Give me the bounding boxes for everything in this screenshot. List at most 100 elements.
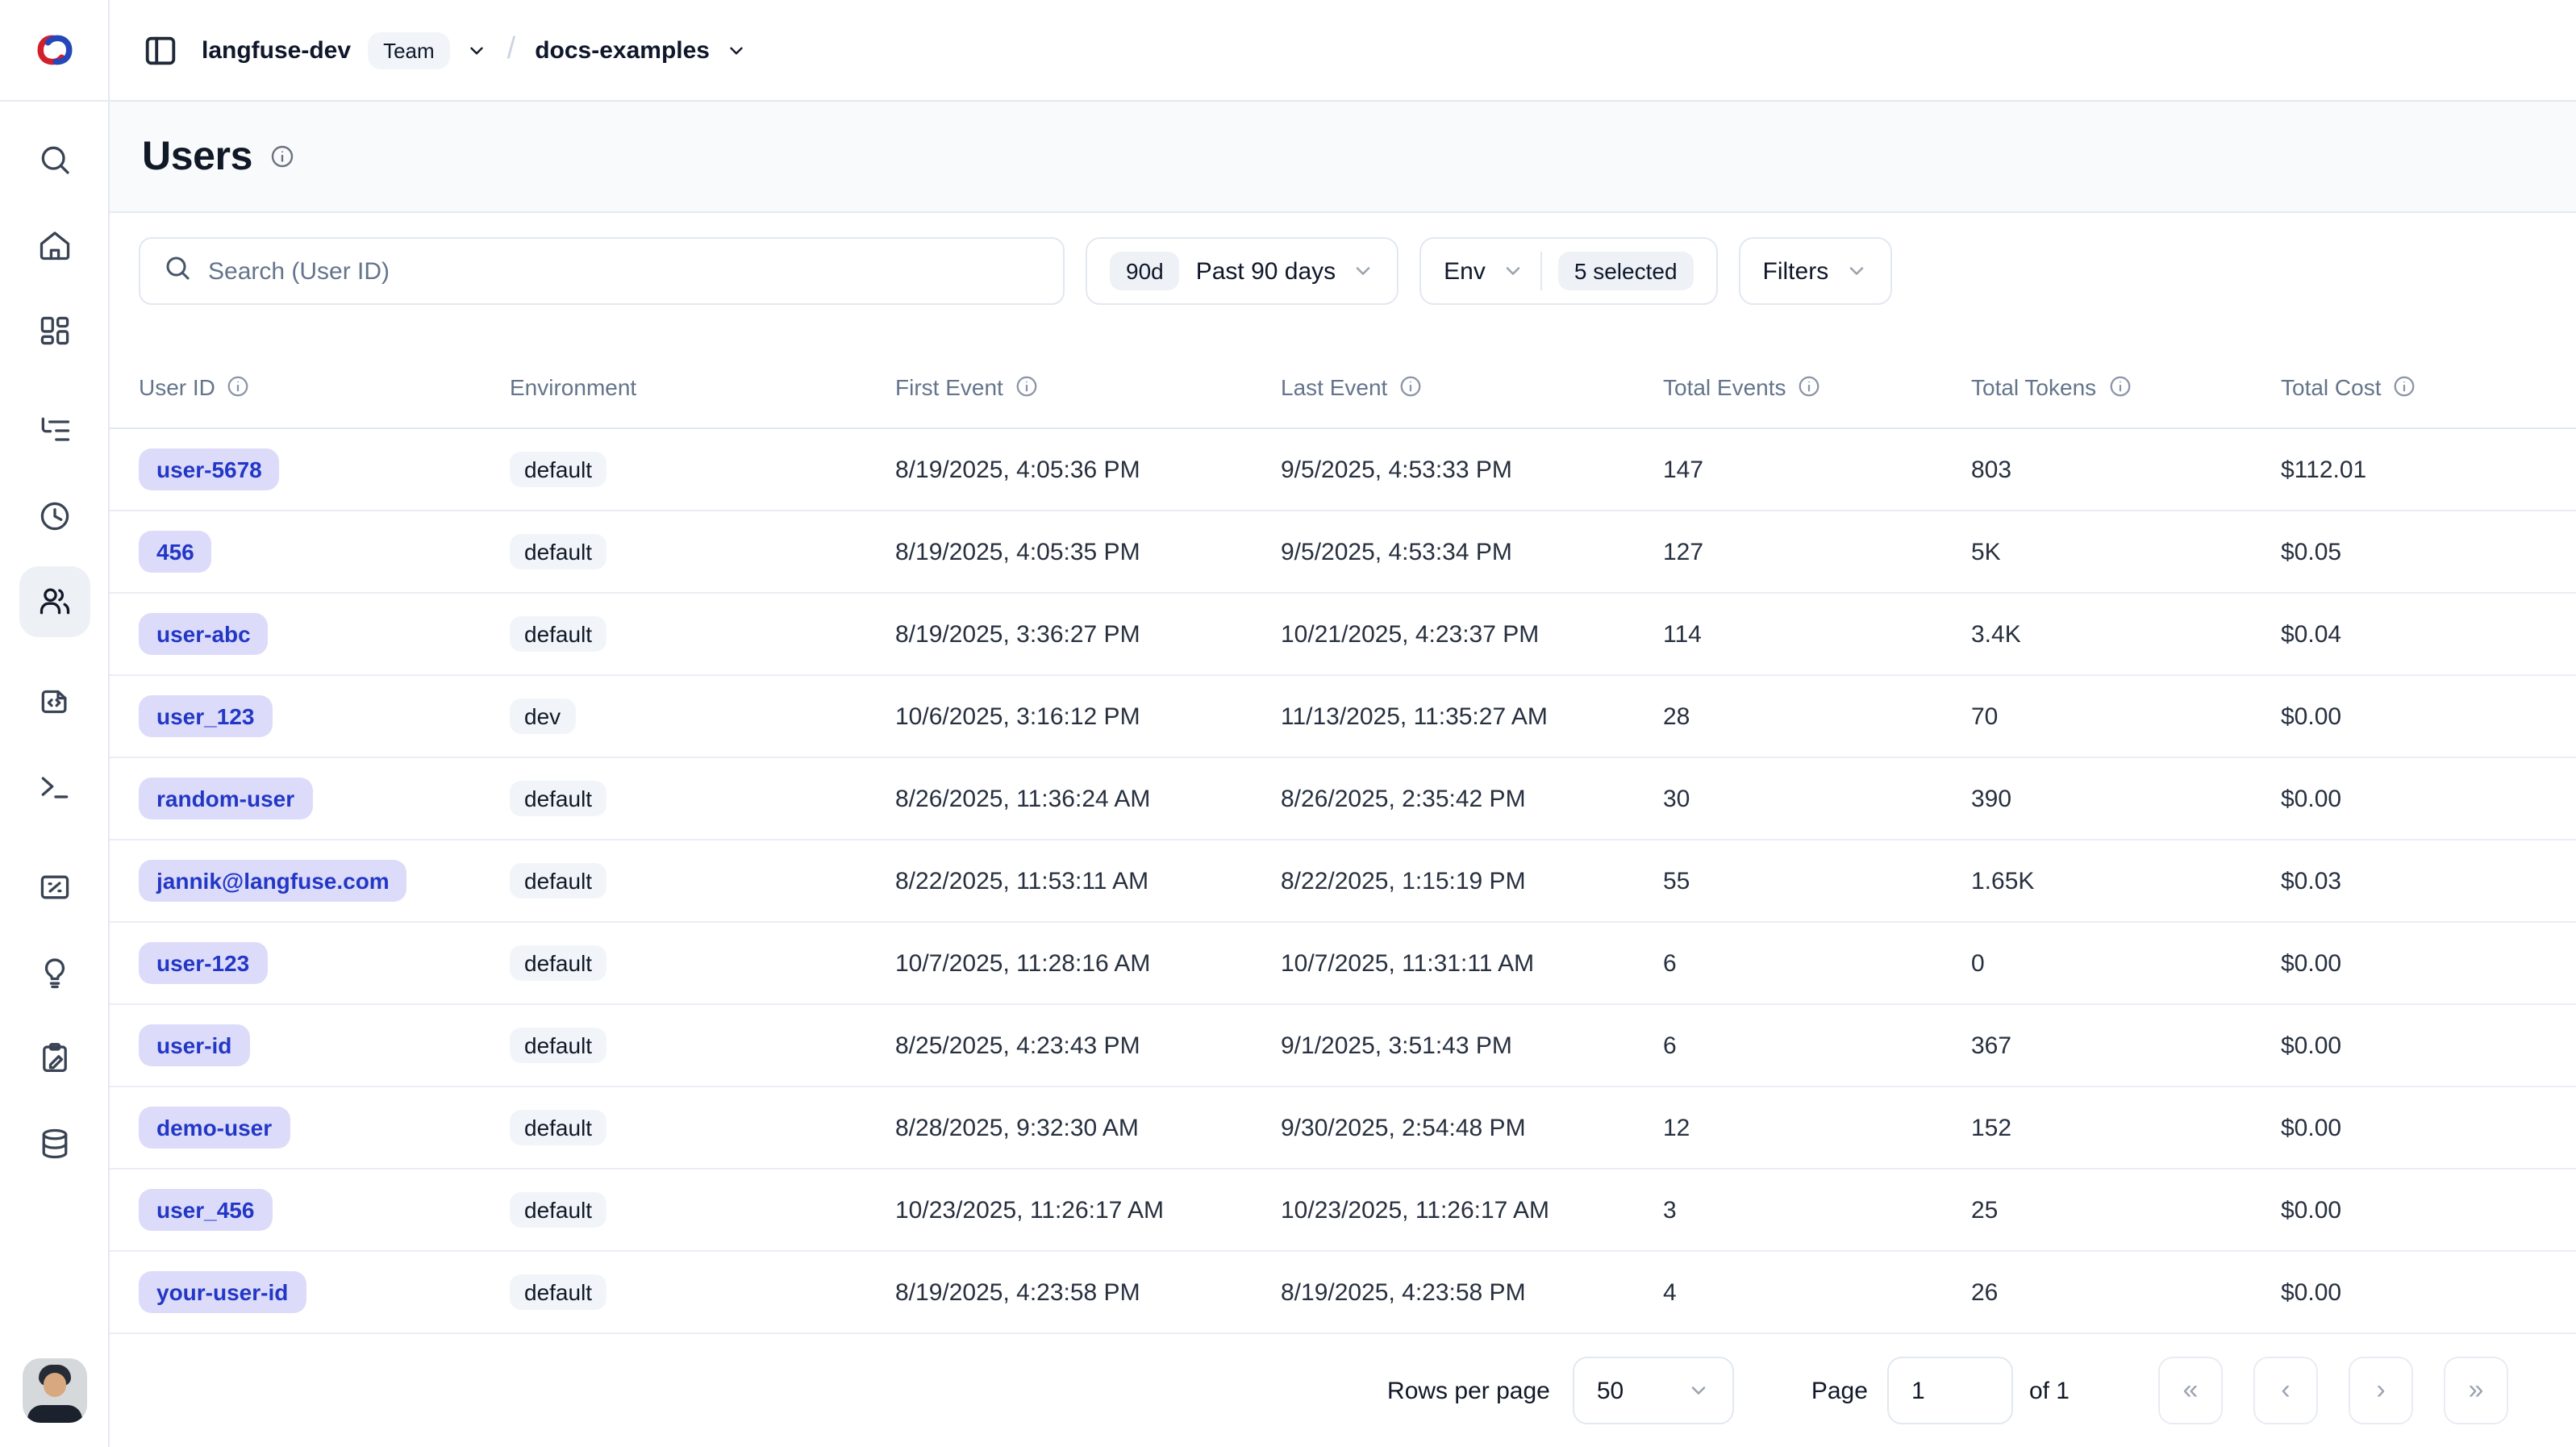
column-label: First Event bbox=[895, 373, 1003, 399]
sidebar-item-playground[interactable] bbox=[19, 752, 90, 823]
total-cost-cell: $0.00 bbox=[2281, 1032, 2576, 1059]
info-icon[interactable] bbox=[1398, 374, 1423, 398]
table-row[interactable]: jannik@langfuse.com default 8/22/2025, 1… bbox=[110, 840, 2576, 923]
org-breadcrumb-button[interactable]: langfuse-dev Team bbox=[202, 31, 488, 69]
table-row[interactable]: user_456 default 10/23/2025, 11:26:17 AM… bbox=[110, 1170, 2576, 1252]
column-header-total-cost[interactable]: Total Cost bbox=[2281, 373, 2576, 399]
first-event-cell: 10/7/2025, 11:28:16 AM bbox=[895, 949, 1281, 977]
top-bar: langfuse-dev Team / docs-examples bbox=[110, 0, 2576, 102]
langfuse-logo-icon[interactable] bbox=[30, 26, 78, 74]
logo-area bbox=[0, 0, 110, 102]
column-header-environment[interactable]: Environment bbox=[510, 373, 895, 399]
info-icon[interactable] bbox=[2107, 374, 2132, 398]
user-id-badge[interactable]: demo-user bbox=[139, 1107, 290, 1149]
sidebar-item-sessions[interactable] bbox=[19, 481, 90, 552]
sidebar-item-dashboards[interactable] bbox=[19, 295, 90, 366]
user-id-badge[interactable]: user-123 bbox=[139, 942, 267, 984]
date-range-button[interactable]: 90d Past 90 days bbox=[1086, 237, 1398, 305]
search-icon bbox=[163, 252, 192, 290]
total-tokens-cell: 152 bbox=[1971, 1114, 2281, 1141]
sidebar-item-evaluations[interactable] bbox=[19, 937, 90, 1008]
previous-page-button[interactable]: ‹ bbox=[2253, 1357, 2318, 1424]
sidebar-item-datasets[interactable] bbox=[19, 1108, 90, 1179]
divider bbox=[1540, 252, 1542, 290]
table-row[interactable]: user_123 dev 10/6/2025, 3:16:12 PM 11/13… bbox=[110, 676, 2576, 758]
table-row[interactable]: 456 default 8/19/2025, 4:05:35 PM 9/5/20… bbox=[110, 511, 2576, 594]
user-id-badge[interactable]: 456 bbox=[139, 531, 212, 573]
user-id-badge[interactable]: user-id bbox=[139, 1024, 249, 1066]
first-event-cell: 8/19/2025, 4:05:36 PM bbox=[895, 456, 1281, 483]
user-id-badge[interactable]: user-5678 bbox=[139, 448, 280, 490]
column-header-total-events[interactable]: Total Events bbox=[1663, 373, 1971, 399]
main-content: Users 90d Past 90 days bbox=[110, 102, 2576, 1447]
sidebar-item-users[interactable] bbox=[19, 566, 90, 637]
info-icon[interactable] bbox=[1798, 374, 1822, 398]
project-breadcrumb-button[interactable]: docs-examples bbox=[535, 36, 747, 64]
sidebar-toggle-button[interactable] bbox=[142, 31, 179, 69]
column-header-last-event[interactable]: Last Event bbox=[1281, 373, 1663, 399]
info-icon[interactable] bbox=[269, 144, 294, 169]
search-input[interactable] bbox=[208, 257, 1040, 285]
sidebar-item-search[interactable] bbox=[19, 124, 90, 195]
page-number-input[interactable] bbox=[1887, 1357, 2013, 1424]
user-id-badge[interactable]: user_123 bbox=[139, 695, 272, 737]
project-name: docs-examples bbox=[535, 36, 710, 64]
environment-filter-button[interactable]: Env 5 selected bbox=[1419, 237, 1717, 305]
user-id-badge[interactable]: user-abc bbox=[139, 613, 269, 655]
last-event-cell: 8/26/2025, 2:35:42 PM bbox=[1281, 785, 1663, 812]
total-events-cell: 127 bbox=[1663, 538, 1971, 565]
table-row[interactable]: user-5678 default 8/19/2025, 4:05:36 PM … bbox=[110, 429, 2576, 511]
rows-per-page-select[interactable]: 50 bbox=[1573, 1357, 1734, 1424]
avatar-shirt-shape bbox=[27, 1405, 81, 1423]
sidebar-item-prompts[interactable] bbox=[19, 666, 90, 737]
sidebar-group bbox=[19, 852, 90, 1179]
table-row[interactable]: user-abc default 8/19/2025, 3:36:27 PM 1… bbox=[110, 594, 2576, 676]
sidebar-item-annotations[interactable] bbox=[19, 1023, 90, 1094]
last-event-cell: 11/13/2025, 11:35:27 AM bbox=[1281, 703, 1663, 730]
total-events-cell: 4 bbox=[1663, 1278, 1971, 1306]
last-event-cell: 9/5/2025, 4:53:33 PM bbox=[1281, 456, 1663, 483]
env-selected-badge: 5 selected bbox=[1558, 252, 1694, 290]
rows-per-page-label: Rows per page bbox=[1387, 1377, 1550, 1404]
lightbulb-icon bbox=[36, 955, 72, 990]
search-box bbox=[139, 237, 1065, 305]
column-header-first-event[interactable]: First Event bbox=[895, 373, 1281, 399]
table-row[interactable]: demo-user default 8/28/2025, 9:32:30 AM … bbox=[110, 1087, 2576, 1170]
first-page-button[interactable]: « bbox=[2158, 1357, 2223, 1424]
total-cost-cell: $0.00 bbox=[2281, 949, 2576, 977]
user-id-badge[interactable]: random-user bbox=[139, 778, 312, 819]
total-cost-cell: $0.00 bbox=[2281, 1196, 2576, 1224]
info-icon[interactable] bbox=[227, 374, 251, 398]
environment-badge: default bbox=[510, 863, 606, 899]
first-event-cell: 8/22/2025, 11:53:11 AM bbox=[895, 867, 1281, 894]
sidebar-item-scores[interactable] bbox=[19, 852, 90, 923]
trace-tree-icon bbox=[36, 413, 72, 448]
table-row[interactable]: random-user default 8/26/2025, 11:36:24 … bbox=[110, 758, 2576, 840]
database-icon bbox=[36, 1126, 72, 1161]
user-id-badge[interactable]: your-user-id bbox=[139, 1271, 306, 1313]
date-range-label: Past 90 days bbox=[1196, 257, 1336, 285]
last-event-cell: 8/19/2025, 4:23:58 PM bbox=[1281, 1278, 1663, 1306]
page-header: Users bbox=[110, 102, 2576, 213]
sidebar-item-tracing[interactable] bbox=[19, 395, 90, 466]
table-row[interactable]: user-123 default 10/7/2025, 11:28:16 AM … bbox=[110, 923, 2576, 1005]
user-id-badge[interactable]: jannik@langfuse.com bbox=[139, 860, 407, 902]
info-icon[interactable] bbox=[1015, 374, 1039, 398]
chevron-down-icon bbox=[1687, 1379, 1710, 1402]
user-avatar[interactable] bbox=[22, 1358, 86, 1423]
last-page-button[interactable]: » bbox=[2444, 1357, 2508, 1424]
info-icon[interactable] bbox=[2393, 374, 2417, 398]
chevron-down-icon bbox=[1844, 260, 1867, 282]
score-percent-icon bbox=[36, 869, 72, 905]
user-id-badge[interactable]: user_456 bbox=[139, 1189, 272, 1231]
next-page-button[interactable]: › bbox=[2349, 1357, 2413, 1424]
last-event-cell: 9/1/2025, 3:51:43 PM bbox=[1281, 1032, 1663, 1059]
table-row[interactable]: your-user-id default 8/19/2025, 4:23:58 … bbox=[110, 1252, 2576, 1334]
column-header-total-tokens[interactable]: Total Tokens bbox=[1971, 373, 2281, 399]
sidebar-item-home[interactable] bbox=[19, 210, 90, 281]
filters-button[interactable]: Filters bbox=[1739, 237, 1892, 305]
column-header-user-id[interactable]: User ID bbox=[139, 373, 510, 399]
table-row[interactable]: user-id default 8/25/2025, 4:23:43 PM 9/… bbox=[110, 1005, 2576, 1087]
last-event-cell: 10/7/2025, 11:31:11 AM bbox=[1281, 949, 1663, 977]
last-event-cell: 10/21/2025, 4:23:37 PM bbox=[1281, 620, 1663, 648]
